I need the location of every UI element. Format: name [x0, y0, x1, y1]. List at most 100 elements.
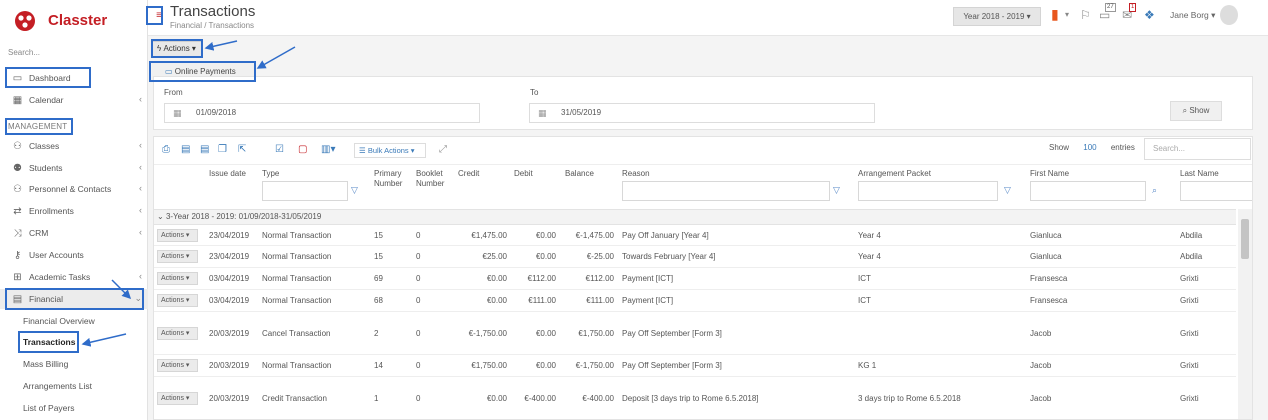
date-filter-panel: From ▦ 01/09/2018 To ▦ 31/05/2019 ⌕ Show [153, 76, 1253, 130]
row-actions-button[interactable]: Actions ▾ [157, 294, 198, 307]
office-icon[interactable]: ▮ [1051, 6, 1059, 23]
transactions-table: ⎙ ▤ ▤ ❐ ⇱ ☑ ▢ ▥▾ ☰ Bulk Actions ▾ ⤢ Show… [153, 136, 1253, 420]
key-icon: ⚷ [13, 249, 22, 261]
academic-tasks-icon: ⊞ [13, 271, 22, 283]
sidebar-item-calendar[interactable]: ▦ Calendar ‹ [0, 90, 148, 110]
cell-credit: €0.00 [486, 296, 507, 305]
col-credit[interactable]: Credit [458, 169, 479, 179]
dropbox-icon[interactable]: ❖ [1144, 8, 1155, 22]
row-actions-button[interactable]: Actions ▾ [157, 250, 198, 263]
last-name-filter-input[interactable] [1180, 181, 1252, 201]
bulk-actions-button[interactable]: ☰ Bulk Actions ▾ [354, 143, 426, 158]
sidebar-item-user-accounts[interactable]: ⚷ User Accounts [0, 245, 148, 265]
col-primary-number[interactable]: Primary Number [374, 169, 410, 189]
sidebar-subitem-arrangements-list[interactable]: Arrangements List [0, 376, 148, 396]
first-name-filter-input[interactable] [1030, 181, 1146, 201]
cell-primary: 1 [374, 394, 379, 403]
calendar-icon: ▦ [538, 108, 547, 118]
table-group-row[interactable]: ⌄ 3-Year 2018 - 2019: 01/09/2018-31/05/2… [154, 209, 1236, 225]
sidebar-item-dashboard[interactable]: ▭ Dashboard [0, 68, 148, 88]
row-actions-button[interactable]: Actions ▾ [157, 359, 198, 372]
cell-credit: €-1,750.00 [468, 329, 507, 338]
cell-primary: 14 [374, 361, 383, 370]
chevron-left-icon: ‹ [139, 205, 142, 215]
cell-debit: €0.00 [535, 329, 556, 338]
actions-button[interactable]: ϟ Actions ▾ [152, 41, 202, 57]
row-actions-button[interactable]: Actions ▾ [157, 272, 198, 285]
table-row[interactable]: Actions ▾ 03/04/2019 Normal Transaction 68 0… [154, 290, 1236, 312]
to-date-input[interactable]: ▦ 31/05/2019 [529, 103, 875, 123]
sidebar-item-personnel[interactable]: ⚇ Personnel & Contacts ‹ [0, 179, 148, 199]
user-menu[interactable]: Jane Borg ▾ [1170, 10, 1215, 21]
sidebar-item-financial[interactable]: ▤ Financial ⌄ [0, 289, 148, 309]
export-icon[interactable]: ⇱ [238, 145, 246, 155]
cell-first: Jacob [1030, 329, 1052, 338]
sidebar-subitem-transactions[interactable]: Transactions [0, 332, 148, 352]
sidebar-item-crm[interactable]: ⤨ CRM ‹ [0, 223, 148, 243]
col-last-name[interactable]: Last Name [1180, 169, 1219, 179]
sidebar-item-enrollments[interactable]: ⇄ Enrollments ‹ [0, 201, 148, 221]
filter-icon[interactable]: ▽ [1004, 185, 1011, 196]
sidebar-item-label: Dashboard [29, 73, 71, 83]
show-button-label: Show [1189, 106, 1210, 115]
packet-filter-input[interactable] [858, 181, 998, 201]
col-type[interactable]: Type [262, 169, 279, 179]
table-row[interactable]: Actions ▾ 23/04/2019 Normal Transaction 15 0… [154, 246, 1236, 268]
fullscreen-icon[interactable]: ⤢ [439, 145, 447, 155]
scroll-thumb[interactable] [1241, 219, 1249, 259]
col-balance[interactable]: Balance [565, 169, 594, 179]
col-booklet-number[interactable]: Booklet Number [416, 169, 452, 189]
sidebar-item-classes[interactable]: ⚇ Classes ‹ [0, 136, 148, 156]
col-first-name[interactable]: First Name [1030, 169, 1069, 179]
columns-icon[interactable]: ▥▾ [321, 145, 335, 155]
row-actions-button[interactable]: Actions ▾ [157, 392, 198, 405]
menu-toggle-icon[interactable]: ≡ [152, 9, 166, 23]
cell-first: Jacob [1030, 394, 1052, 403]
table-scrollbar[interactable] [1238, 209, 1252, 419]
year-select[interactable]: Year 2018 - 2019 ▾ [953, 7, 1041, 26]
entries-count-select[interactable]: 100 [1083, 143, 1096, 152]
app-logo[interactable]: Classter [10, 6, 140, 34]
sidebar-item-label: Calendar [29, 95, 64, 105]
table-row[interactable]: Actions ▾ 20/03/2019 Normal Transaction 14 0… [154, 355, 1236, 377]
uncheck-all-icon[interactable]: ▢ [298, 145, 307, 155]
col-arrangement-packet[interactable]: Arrangement Packet [858, 169, 931, 179]
check-all-icon[interactable]: ☑ [275, 145, 284, 155]
print-icon[interactable]: ⎙ [162, 145, 170, 155]
sidebar-subitem-financial-overview[interactable]: Financial Overview [0, 311, 148, 331]
excel-icon[interactable]: ▤ [181, 145, 190, 155]
flag-icon[interactable]: ⚐ [1080, 8, 1091, 22]
reason-filter-input[interactable] [622, 181, 830, 201]
col-debit[interactable]: Debit [514, 169, 533, 179]
row-actions-button[interactable]: Actions ▾ [157, 229, 198, 242]
table-row[interactable]: Actions ▾ 23/04/2019 Normal Transaction 15 0… [154, 225, 1236, 246]
col-issue-date[interactable]: Issue date [209, 169, 246, 179]
sidebar-subitem-mass-billing[interactable]: Mass Billing [0, 354, 148, 374]
sidebar-search-input[interactable]: Search... [8, 48, 138, 57]
copy-icon[interactable]: ❐ [218, 145, 227, 155]
sidebar-subitem-list-of-payers[interactable]: List of Payers [0, 398, 148, 418]
show-button[interactable]: ⌕ Show [1170, 101, 1222, 121]
table-search-input[interactable]: Search... [1144, 138, 1251, 160]
to-label: To [530, 88, 539, 97]
sidebar-item-academic-tasks[interactable]: ⊞ Academic Tasks ‹ [0, 267, 148, 287]
col-reason[interactable]: Reason [622, 169, 650, 179]
table-row[interactable]: Actions ▾ 20/03/2019 Cancel Transaction 2 0 €… [154, 312, 1236, 355]
sidebar-item-students[interactable]: ⚉ Students ‹ [0, 158, 148, 178]
table-row[interactable]: Actions ▾ 20/03/2019 Credit Transaction 1 0 €… [154, 377, 1236, 419]
type-filter-input[interactable] [262, 181, 348, 201]
credit-card-icon: ▭ [165, 67, 173, 76]
cell-credit: €0.00 [486, 394, 507, 403]
chevron-down-icon[interactable]: ▾ [1065, 10, 1069, 19]
row-actions-button[interactable]: Actions ▾ [157, 327, 198, 340]
from-date-input[interactable]: ▦ 01/09/2018 [164, 103, 480, 123]
filter-icon[interactable]: ▽ [351, 185, 358, 196]
cell-balance: €112.00 [585, 274, 614, 283]
chevron-down-icon: ⌄ [134, 293, 142, 303]
cell-reason: Pay Off September [Form 3] [622, 361, 722, 370]
search-icon[interactable]: ⌕ [1152, 185, 1157, 196]
table-row[interactable]: Actions ▾ 03/04/2019 Normal Transaction 69 0… [154, 268, 1236, 290]
filter-icon[interactable]: ▽ [833, 185, 840, 196]
avatar[interactable] [1220, 5, 1238, 25]
pdf-icon[interactable]: ▤ [200, 145, 209, 155]
